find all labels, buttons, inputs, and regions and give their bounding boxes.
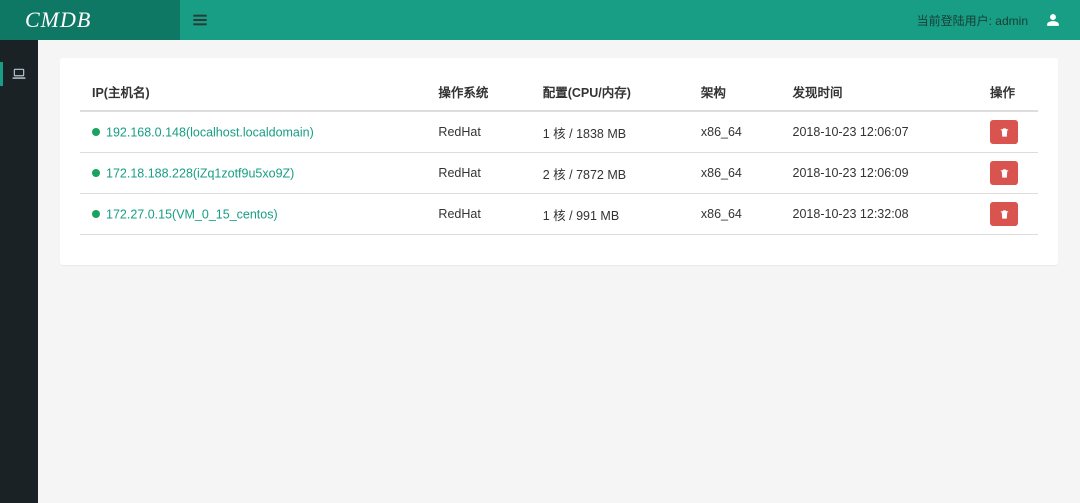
- table-row: 172.27.0.15(VM_0_15_centos) RedHat1 核 / 9…: [80, 194, 1038, 235]
- laptop-icon: [12, 68, 26, 80]
- sidebar: [0, 40, 38, 503]
- status-dot-icon: [92, 128, 100, 136]
- body-area: IP(主机名) 操作系统 配置(CPU/内存) 架构 发现时间 操作 192.1…: [0, 40, 1080, 503]
- cell-arch: x86_64: [689, 194, 781, 235]
- cell-config: 2 核 / 7872 MB: [531, 153, 689, 194]
- cell-arch: x86_64: [689, 111, 781, 153]
- th-arch: 架构: [689, 73, 781, 111]
- hamburger-icon: [192, 12, 208, 28]
- sidebar-item-hosts[interactable]: [0, 62, 38, 86]
- th-ip: IP(主机名): [80, 73, 426, 111]
- cell-ip: 172.18.188.228(iZq1zotf9u5xo9Z): [80, 153, 426, 194]
- cell-arch: x86_64: [689, 153, 781, 194]
- th-found-time: 发现时间: [781, 73, 978, 111]
- topbar-right: 当前登陆用户: admin: [180, 0, 1080, 40]
- delete-button[interactable]: [990, 120, 1018, 144]
- trash-icon: [999, 168, 1010, 179]
- hosts-table: IP(主机名) 操作系统 配置(CPU/内存) 架构 发现时间 操作 192.1…: [80, 73, 1038, 235]
- cell-action: [978, 153, 1038, 194]
- table-header-row: IP(主机名) 操作系统 配置(CPU/内存) 架构 发现时间 操作: [80, 73, 1038, 111]
- trash-icon: [999, 209, 1010, 220]
- current-user-label: 当前登陆用户: admin: [917, 12, 1028, 29]
- cell-os: RedHat: [426, 194, 530, 235]
- status-dot-icon: [92, 169, 100, 177]
- table-row: 192.168.0.148(localhost.localdomain) RedH…: [80, 111, 1038, 153]
- user-icon: [1046, 13, 1060, 27]
- delete-button[interactable]: [990, 161, 1018, 185]
- main-content: IP(主机名) 操作系统 配置(CPU/内存) 架构 发现时间 操作 192.1…: [38, 40, 1080, 503]
- cell-os: RedHat: [426, 111, 530, 153]
- sidebar-active-indicator: [0, 62, 3, 86]
- cell-os: RedHat: [426, 153, 530, 194]
- trash-icon: [999, 127, 1010, 138]
- cell-found-time: 2018-10-23 12:32:08: [781, 194, 978, 235]
- cell-found-time: 2018-10-23 12:06:07: [781, 111, 978, 153]
- cell-ip: 172.27.0.15(VM_0_15_centos): [80, 194, 426, 235]
- th-config: 配置(CPU/内存): [531, 73, 689, 111]
- menu-toggle-button[interactable]: [180, 12, 220, 28]
- cell-ip: 192.168.0.148(localhost.localdomain): [80, 111, 426, 153]
- cell-action: [978, 111, 1038, 153]
- ip-link[interactable]: 172.18.188.228(iZq1zotf9u5xo9Z): [106, 166, 294, 180]
- brand-logo: CMDB: [25, 7, 91, 33]
- hosts-card: IP(主机名) 操作系统 配置(CPU/内存) 架构 发现时间 操作 192.1…: [60, 58, 1058, 265]
- brand-area: CMDB: [0, 0, 180, 40]
- cell-config: 1 核 / 1838 MB: [531, 111, 689, 153]
- user-avatar-button[interactable]: [1046, 13, 1060, 27]
- topbar: CMDB 当前登陆用户: admin: [0, 0, 1080, 40]
- cell-found-time: 2018-10-23 12:06:09: [781, 153, 978, 194]
- status-dot-icon: [92, 210, 100, 218]
- table-row: 172.18.188.228(iZq1zotf9u5xo9Z) RedHat2 核…: [80, 153, 1038, 194]
- th-action: 操作: [978, 73, 1038, 111]
- delete-button[interactable]: [990, 202, 1018, 226]
- cell-action: [978, 194, 1038, 235]
- ip-link[interactable]: 192.168.0.148(localhost.localdomain): [106, 125, 314, 139]
- cell-config: 1 核 / 991 MB: [531, 194, 689, 235]
- th-os: 操作系统: [426, 73, 530, 111]
- ip-link[interactable]: 172.27.0.15(VM_0_15_centos): [106, 207, 278, 221]
